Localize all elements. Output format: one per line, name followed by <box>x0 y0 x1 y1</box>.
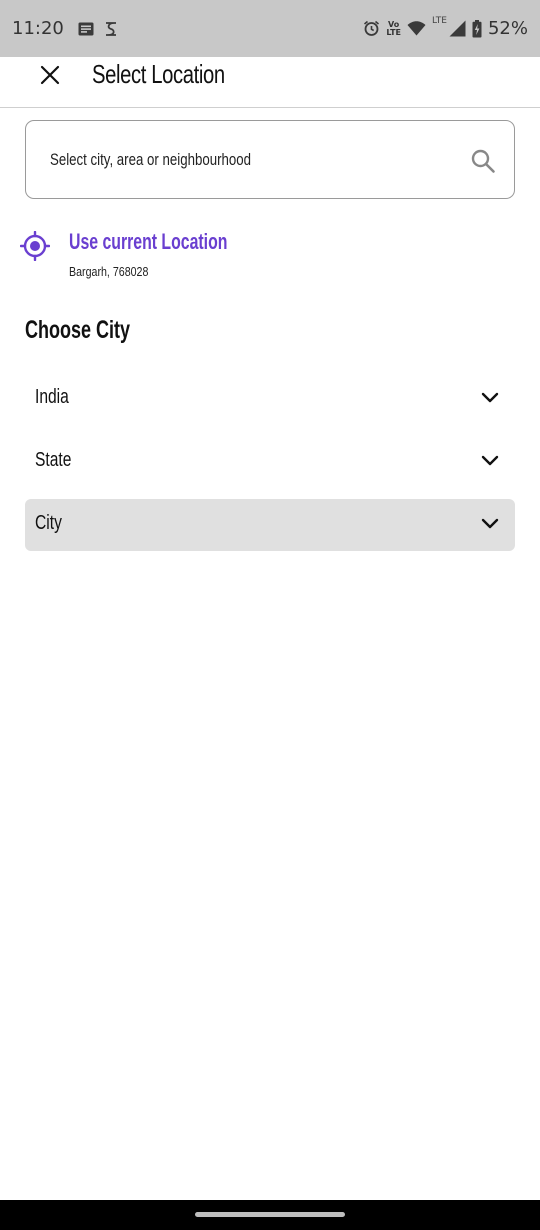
system-navigation-bar <box>0 1200 540 1230</box>
page-title: Select Location <box>92 59 225 89</box>
status-bar: 11:20 Vo LTE LTE 52% <box>0 0 540 57</box>
search-input[interactable] <box>50 145 362 175</box>
status-right: Vo LTE LTE 52% <box>363 15 528 39</box>
state-dropdown-value: State <box>35 449 72 471</box>
signal-icon <box>449 20 466 37</box>
city-dropdown-value: City <box>35 512 62 534</box>
message-notification-icon <box>78 22 94 36</box>
network-type-label: LTE <box>432 15 447 26</box>
volte-icon: Vo LTE <box>386 20 402 37</box>
country-dropdown[interactable]: India <box>25 373 515 425</box>
status-left: 11:20 <box>12 18 128 39</box>
close-icon <box>40 65 60 85</box>
alarm-icon <box>363 20 380 37</box>
battery-percentage: 52% <box>487 18 528 39</box>
close-button[interactable] <box>36 61 64 89</box>
gps-location-icon <box>20 231 50 261</box>
choose-city-heading: Choose City <box>25 316 131 344</box>
current-location-address: Bargarh, 768028 <box>69 264 149 279</box>
status-time: 11:20 <box>12 18 64 39</box>
use-current-location-button[interactable]: Use current Location Bargarh, 768028 <box>20 229 320 289</box>
battery-charging-icon <box>472 19 482 38</box>
search-box[interactable] <box>25 120 515 199</box>
wifi-icon <box>407 21 426 36</box>
home-gesture-handle[interactable] <box>195 1212 345 1217</box>
use-current-location-label: Use current Location <box>69 229 228 254</box>
chevron-down-icon <box>481 518 499 529</box>
chevron-down-icon <box>481 392 499 403</box>
app-notification-icon <box>104 21 118 37</box>
volte-bottom-text: LTE <box>386 27 402 37</box>
chevron-down-icon <box>481 455 499 466</box>
app-header: Select Location <box>0 57 540 108</box>
search-icon[interactable] <box>470 148 496 174</box>
state-dropdown[interactable]: State <box>25 436 515 488</box>
city-dropdown[interactable]: City <box>25 499 515 551</box>
country-dropdown-value: India <box>35 386 69 408</box>
